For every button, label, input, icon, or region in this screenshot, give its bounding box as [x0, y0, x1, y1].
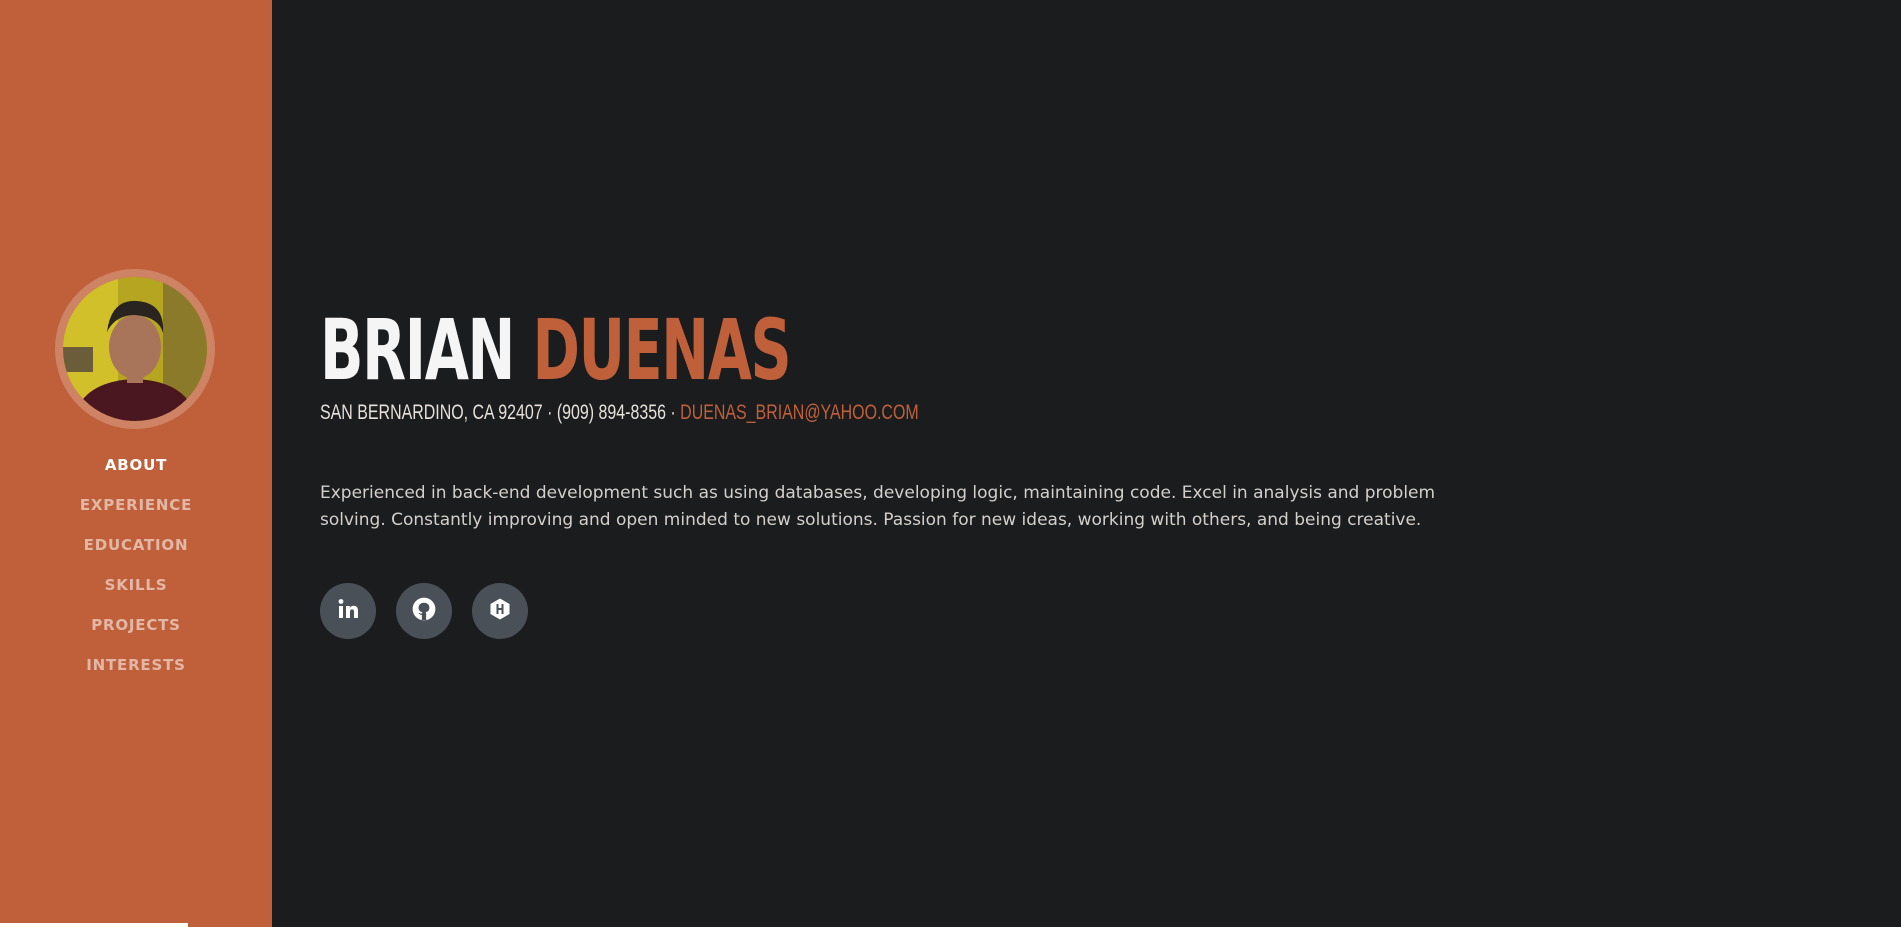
social-icons [320, 583, 528, 639]
nav-link-experience[interactable]: EXPERIENCE [80, 496, 192, 514]
avatar[interactable] [55, 269, 215, 429]
email-link[interactable]: DUENAS_BRIAN@YAHOO.COM [680, 401, 918, 424]
first-name: BRIAN [320, 301, 515, 399]
location-text: SAN BERNARDINO, CA 92407 [320, 401, 543, 424]
scrollbar-indicator [0, 923, 188, 927]
profile-photo [63, 277, 207, 421]
separator: · [542, 401, 557, 424]
sidebar: ABOUT EXPERIENCE EDUCATION SKILLS PROJEC… [0, 0, 272, 927]
main-content: BRIAN DUENAS SAN BERNARDINO, CA 92407 · … [320, 0, 1860, 927]
hackerrank-button[interactable] [472, 583, 528, 639]
nav-link-interests[interactable]: INTERESTS [86, 656, 185, 674]
nav-link-skills[interactable]: SKILLS [105, 576, 168, 594]
contact-line: SAN BERNARDINO, CA 92407 · (909) 894-835… [320, 399, 919, 427]
about-text: Experienced in back-end development such… [320, 483, 1436, 530]
separator: · [665, 401, 681, 424]
nav-item-education: EDUCATION [0, 531, 272, 571]
page-title: BRIAN DUENAS [320, 300, 792, 400]
github-icon [411, 596, 437, 627]
nav-item-experience: EXPERIENCE [0, 491, 272, 531]
nav-item-projects: PROJECTS [0, 611, 272, 651]
github-button[interactable] [396, 583, 452, 639]
nav-link-projects[interactable]: PROJECTS [91, 616, 181, 634]
last-name: DUENAS [532, 301, 792, 399]
nav-link-education[interactable]: EDUCATION [84, 536, 189, 554]
phone-text: (909) 894-8356 [556, 401, 666, 424]
nav-item-about: ABOUT [0, 451, 272, 491]
nav-link-about[interactable]: ABOUT [105, 456, 167, 474]
hackerrank-icon [488, 597, 512, 626]
nav-item-skills: SKILLS [0, 571, 272, 611]
nav-item-interests: INTERESTS [0, 651, 272, 691]
sidebar-nav: ABOUT EXPERIENCE EDUCATION SKILLS PROJEC… [0, 451, 272, 691]
linkedin-icon [336, 597, 360, 626]
linkedin-button[interactable] [320, 583, 376, 639]
